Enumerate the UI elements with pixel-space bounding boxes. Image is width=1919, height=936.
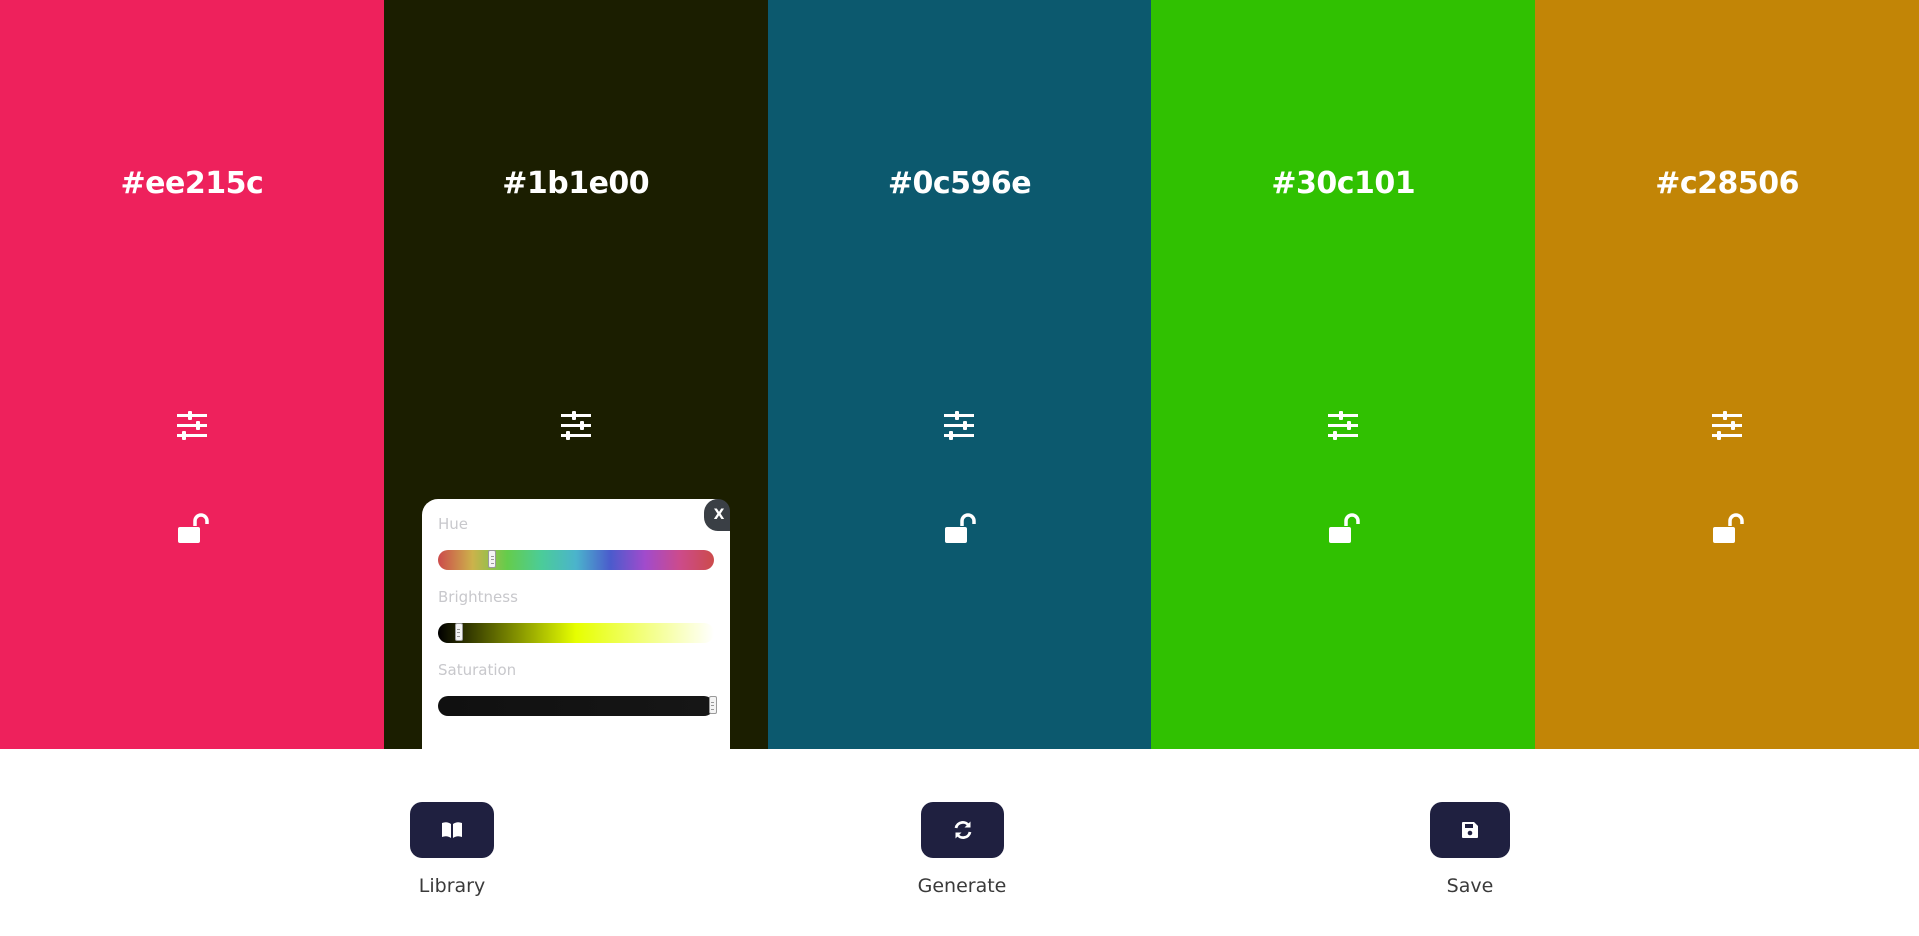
lock-button[interactable]	[1707, 510, 1747, 550]
lock-button[interactable]	[939, 510, 979, 550]
hue-slider[interactable]	[438, 550, 714, 570]
color-column-3: #0c596e	[767, 0, 1152, 749]
color-columns: #ee215c #1b1e00 #0c596e #30c101 #c28506	[0, 0, 1919, 749]
sliders-icon	[558, 408, 594, 444]
lock-button[interactable]	[172, 510, 212, 550]
hex-code[interactable]: #30c101	[1151, 166, 1535, 201]
save-button[interactable]	[1430, 802, 1510, 858]
adjust-button[interactable]	[558, 408, 594, 444]
brightness-slider-thumb[interactable]	[454, 623, 463, 641]
hex-code[interactable]: #c28506	[1535, 166, 1919, 201]
hex-code[interactable]: #1b1e00	[384, 166, 768, 201]
library-button[interactable]	[410, 802, 494, 858]
brightness-label: Brightness	[438, 588, 518, 606]
sliders-popup: X Hue Brightness Saturation	[422, 499, 730, 749]
unlock-icon	[172, 510, 212, 550]
close-sliders-button[interactable]: X	[704, 499, 730, 531]
sliders-icon	[174, 408, 210, 444]
adjust-button[interactable]	[1325, 408, 1361, 444]
sliders-icon	[941, 408, 977, 444]
color-column-4: #30c101	[1151, 0, 1536, 749]
unlock-icon	[1707, 510, 1747, 550]
adjust-button[interactable]	[941, 408, 977, 444]
adjust-button[interactable]	[174, 408, 210, 444]
book-icon	[410, 820, 494, 840]
saturation-label: Saturation	[438, 661, 517, 679]
sliders-icon	[1709, 408, 1745, 444]
sliders-icon	[1325, 408, 1361, 444]
hue-slider-thumb[interactable]	[488, 550, 497, 568]
saturation-slider[interactable]	[438, 696, 717, 716]
library-label: Library	[418, 875, 486, 897]
hue-label: Hue	[438, 515, 469, 533]
lock-button[interactable]	[1323, 510, 1363, 550]
adjust-button[interactable]	[1709, 408, 1745, 444]
unlock-icon	[939, 510, 979, 550]
unlock-icon	[1323, 510, 1363, 550]
color-column-5: #c28506	[1535, 0, 1919, 749]
generate-button[interactable]	[921, 802, 1004, 858]
save-label: Save	[1446, 875, 1494, 897]
generate-label: Generate	[917, 875, 1007, 897]
saturation-slider-thumb[interactable]	[708, 696, 717, 714]
refresh-icon	[921, 819, 1004, 841]
floppy-disk-icon	[1430, 821, 1510, 839]
hex-code[interactable]: #ee215c	[0, 166, 384, 201]
color-column-1: #ee215c	[0, 0, 384, 749]
brightness-slider[interactable]	[438, 623, 714, 643]
hex-code[interactable]: #0c596e	[768, 166, 1152, 201]
